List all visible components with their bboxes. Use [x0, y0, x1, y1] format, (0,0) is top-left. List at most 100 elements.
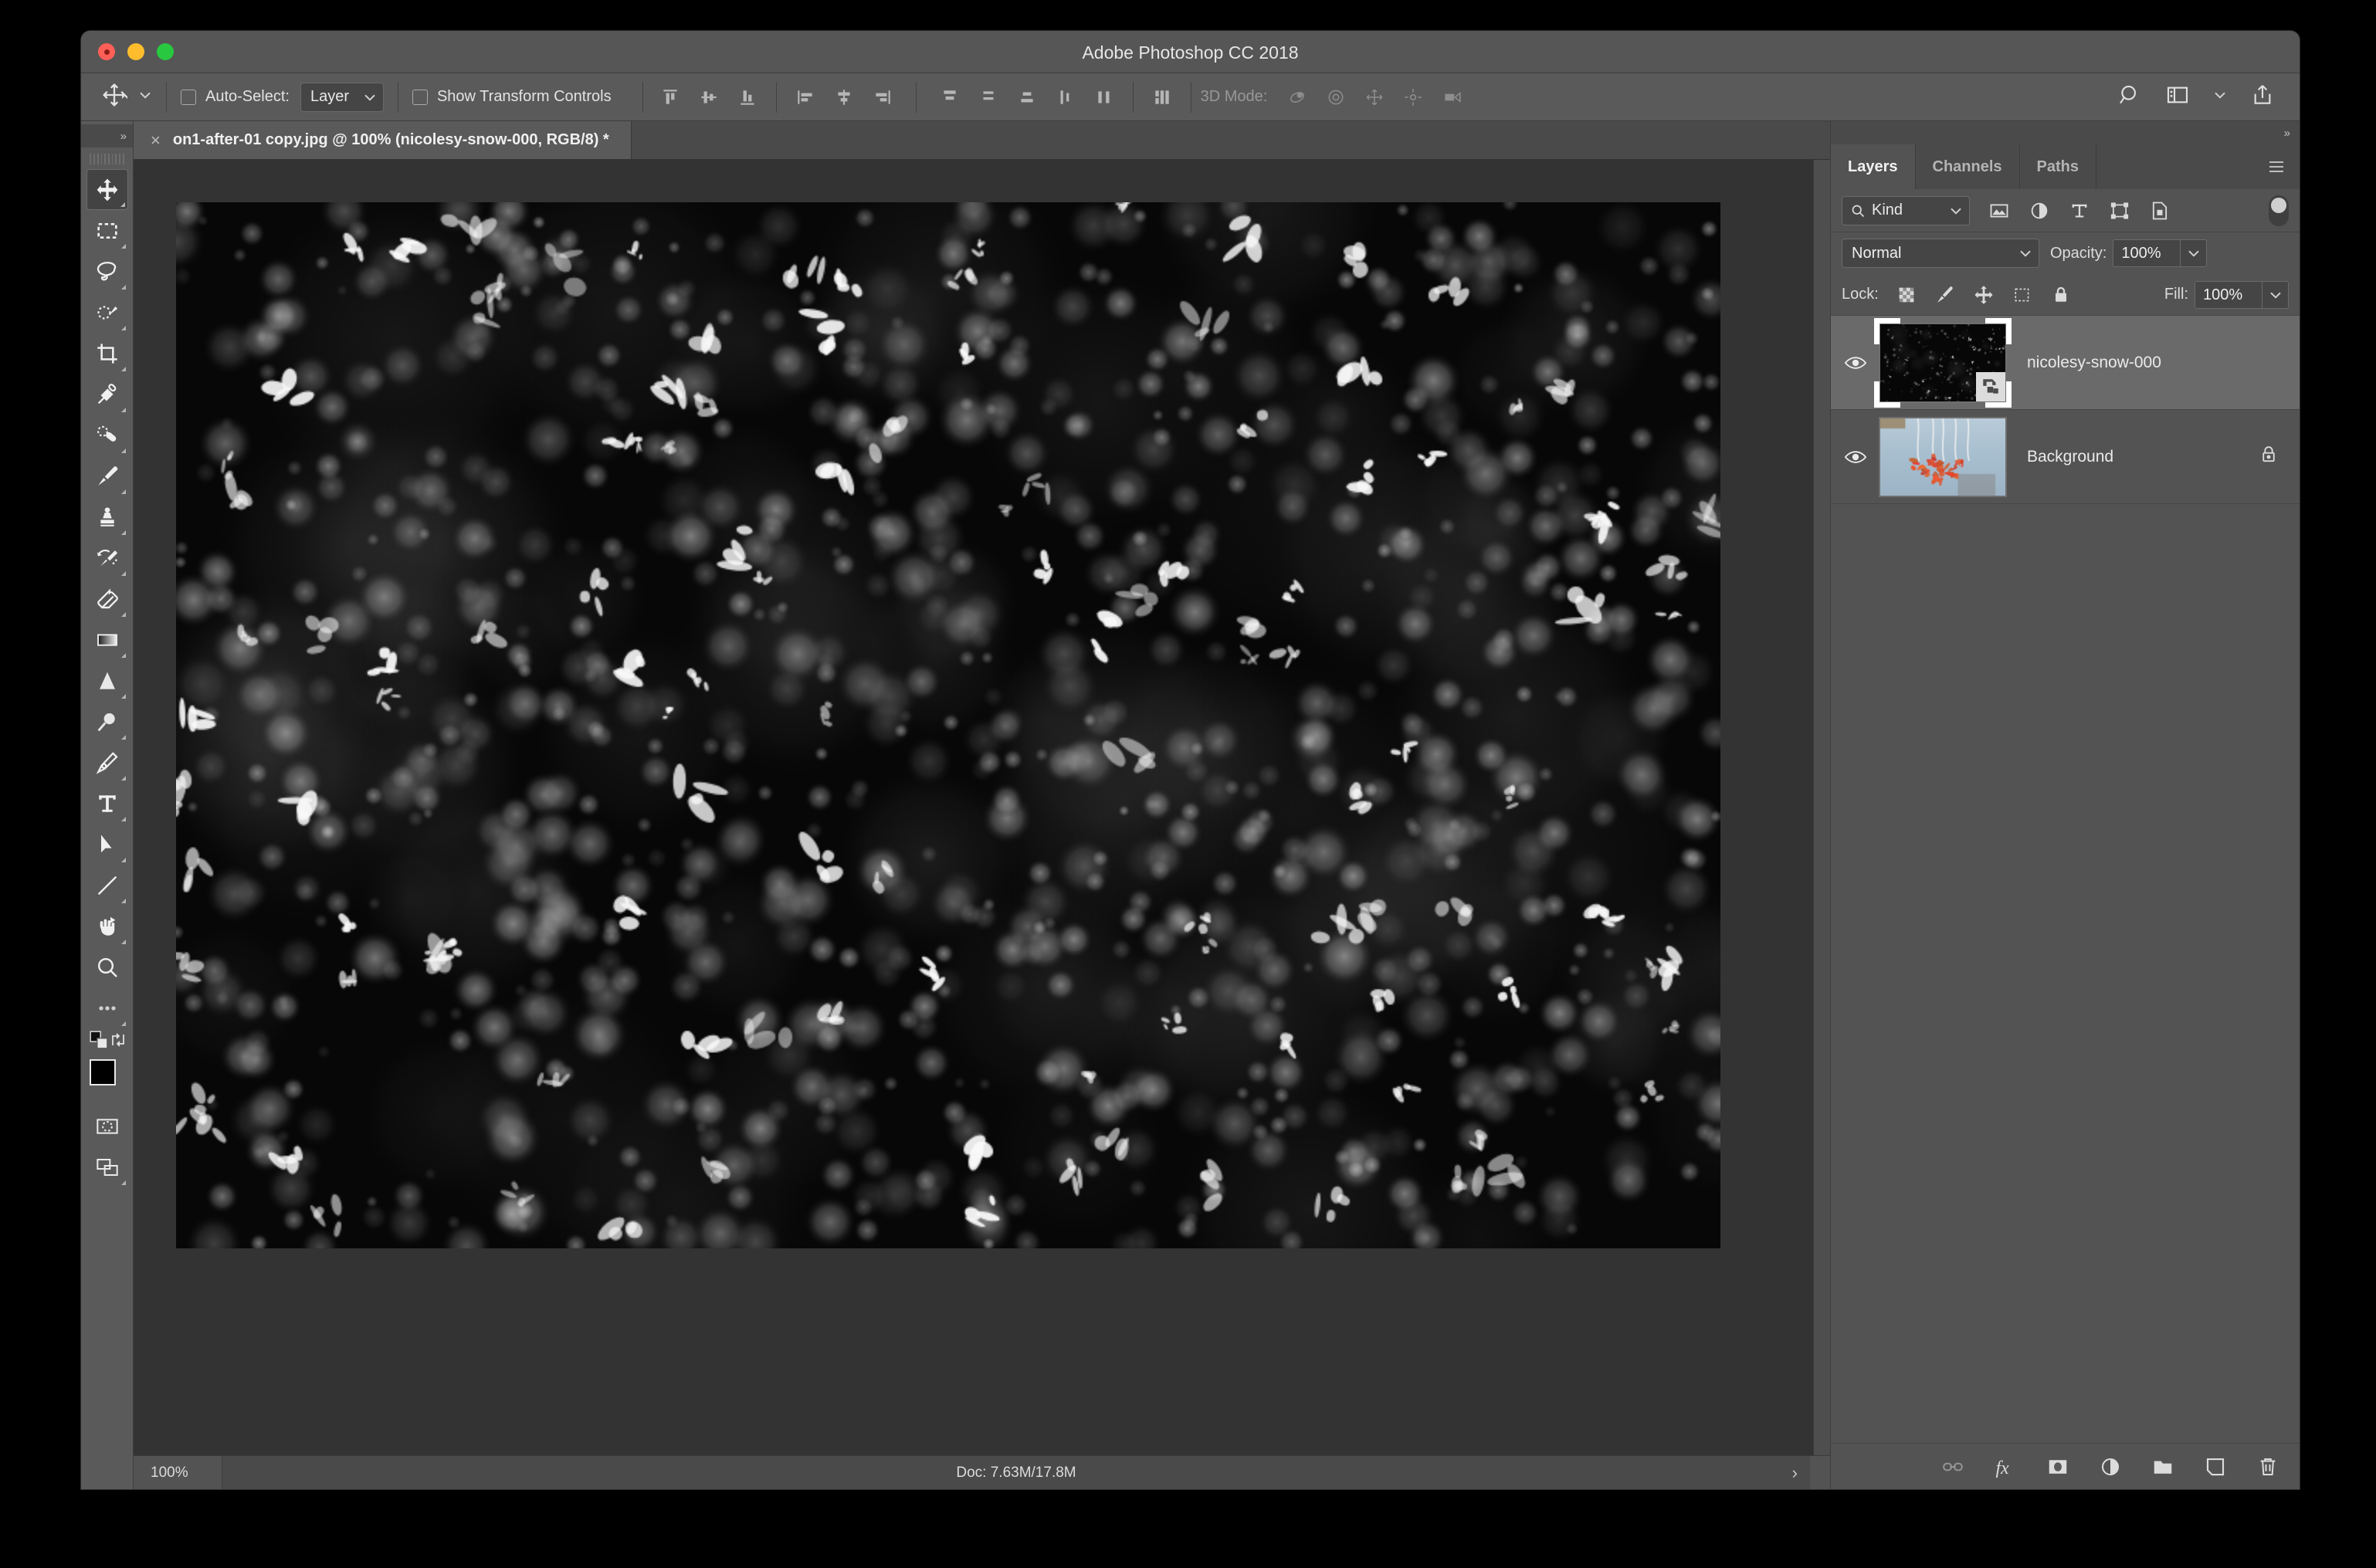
new-group-icon[interactable] [2151, 1455, 2174, 1478]
align-right-edges-icon[interactable] [873, 87, 893, 107]
workspace-icon[interactable] [2165, 83, 2190, 111]
zoom-level[interactable]: 100% [134, 1456, 222, 1489]
toolbar-grip[interactable] [90, 154, 124, 164]
status-expand-icon[interactable]: › [1792, 1463, 1798, 1483]
delete-layer-icon[interactable] [2256, 1455, 2279, 1478]
distribute-vertical-centers-icon[interactable] [978, 87, 998, 107]
auto-select-checkbox[interactable] [181, 90, 196, 105]
add-layer-style-icon[interactable]: fx [1994, 1455, 2017, 1478]
dodge-tool[interactable] [86, 701, 128, 742]
horizontal-type-tool[interactable] [86, 783, 128, 824]
toolbar-collapse-button[interactable]: » [81, 124, 133, 147]
pen-tool[interactable] [86, 742, 128, 783]
eraser-tool[interactable] [86, 578, 128, 619]
document-tab[interactable]: × on1-after-01 copy.jpg @ 100% (nicolesy… [134, 121, 632, 159]
new-layer-icon[interactable] [2204, 1455, 2227, 1478]
new-adjustment-layer-icon[interactable] [2099, 1455, 2122, 1478]
opacity-field[interactable]: 100% [2113, 239, 2207, 267]
edit-toolbar-tool[interactable] [86, 987, 128, 1028]
move-tool[interactable] [86, 169, 128, 210]
line-tool[interactable] [86, 865, 128, 906]
tool-preset-chevron-down-icon[interactable] [138, 88, 152, 106]
document-info[interactable]: Doc: 7.63M/17.8M › [222, 1456, 1810, 1489]
scale-3d-object-icon[interactable] [1442, 87, 1462, 107]
align-top-edges-icon[interactable] [660, 87, 680, 107]
quick-mask-mode-icon[interactable] [86, 1106, 128, 1146]
filter-pixel-layers-icon[interactable] [1988, 200, 2010, 222]
workspace-chevron-down-icon[interactable] [2213, 88, 2227, 106]
filter-kind-dropdown[interactable]: Kind [1842, 196, 1970, 225]
canvas-vertical-scrollbar[interactable] [1813, 160, 1830, 1455]
pan-3d-object-icon[interactable] [1364, 87, 1385, 107]
lock-transparent-pixels-icon[interactable] [1896, 284, 1917, 306]
distribute-horizontal-centers-icon[interactable] [1094, 87, 1114, 107]
gradient-tool[interactable] [86, 619, 128, 660]
rotate-3d-object-icon[interactable] [1287, 87, 1307, 107]
panel-collapse-button[interactable]: » [1831, 121, 2300, 144]
clone-stamp-tool[interactable] [86, 496, 128, 537]
tab-layers[interactable]: Layers [1831, 144, 1916, 189]
blend-mode-dropdown[interactable]: Normal [1842, 239, 2039, 268]
search-icon[interactable] [2117, 83, 2142, 111]
lasso-tool[interactable] [86, 251, 128, 292]
move-tool-icon[interactable] [101, 82, 127, 112]
document-image[interactable] [176, 202, 1720, 1248]
tab-channels[interactable]: Channels [1916, 144, 2020, 189]
layer-thumbnail[interactable] [1879, 417, 2007, 497]
layer-name[interactable]: nicolesy-snow-000 [2027, 354, 2300, 372]
lock-image-pixels-icon[interactable] [1934, 284, 1956, 306]
layer-row-background[interactable]: Background [1831, 410, 2300, 504]
lock-artboard-nesting-icon[interactable] [2012, 284, 2033, 306]
share-icon[interactable] [2250, 83, 2275, 111]
lock-all-icon[interactable] [2050, 284, 2072, 306]
align-left-edges-icon[interactable] [795, 87, 815, 107]
default-colors-icon[interactable] [89, 1030, 109, 1054]
history-brush-tool[interactable] [86, 537, 128, 578]
fill-chevron-down-icon[interactable] [2262, 282, 2288, 308]
roll-3d-object-icon[interactable] [1326, 87, 1346, 107]
align-vertical-centers-icon[interactable] [699, 87, 719, 107]
layer-name[interactable]: Background [2027, 448, 2258, 466]
foreground-color-swatch[interactable] [90, 1059, 116, 1085]
link-layers-icon[interactable] [1941, 1455, 1964, 1478]
distribute-bottom-edges-icon[interactable] [1017, 87, 1037, 107]
blur-tool[interactable] [86, 660, 128, 701]
chevron-down-icon [2018, 246, 2032, 260]
rectangular-marquee-tool[interactable] [86, 210, 128, 251]
filter-shape-layers-icon[interactable] [2109, 200, 2130, 222]
align-bottom-edges-icon[interactable] [737, 87, 758, 107]
layer-thumbnail[interactable] [1879, 323, 2007, 403]
tab-paths[interactable]: Paths [2020, 144, 2096, 189]
eyedropper-tool[interactable] [86, 374, 128, 415]
fill-field[interactable]: 100% [2195, 281, 2289, 309]
distribute-top-edges-icon[interactable] [940, 87, 960, 107]
layer-visibility-toggle[interactable] [1837, 354, 1874, 371]
canvas-viewport[interactable] [134, 160, 1830, 1455]
filter-adjustment-layers-icon[interactable] [2029, 200, 2050, 222]
add-layer-mask-icon[interactable] [2046, 1455, 2069, 1478]
brush-tool[interactable] [86, 455, 128, 496]
filter-smart-object-layers-icon[interactable] [2149, 200, 2171, 222]
hand-tool[interactable] [86, 906, 128, 947]
distribute-left-edges-icon[interactable] [1056, 87, 1076, 107]
align-options-icon[interactable] [1152, 87, 1172, 107]
align-horizontal-centers-icon[interactable] [834, 87, 854, 107]
filter-type-layers-icon[interactable] [2069, 200, 2090, 222]
filter-enable-toggle[interactable] [2269, 195, 2289, 226]
close-icon[interactable]: × [151, 130, 161, 151]
auto-select-scope-dropdown[interactable]: Layer [300, 83, 384, 112]
crop-tool[interactable] [86, 333, 128, 374]
path-selection-tool[interactable] [86, 824, 128, 865]
lock-position-icon[interactable] [1973, 284, 1995, 306]
spot-healing-brush-tool[interactable] [86, 415, 128, 455]
quick-selection-tool[interactable] [86, 292, 128, 333]
screen-mode-icon[interactable] [86, 1146, 128, 1187]
slide-3d-object-icon[interactable] [1403, 87, 1423, 107]
show-transform-controls-checkbox[interactable] [412, 90, 428, 105]
panel-menu-icon[interactable] [2266, 157, 2287, 180]
layer-row-nicolesy-snow-000[interactable]: nicolesy-snow-000 [1831, 316, 2300, 410]
swap-colors-icon[interactable] [109, 1031, 127, 1053]
layer-visibility-toggle[interactable] [1837, 449, 1874, 466]
opacity-chevron-down-icon[interactable] [2180, 240, 2206, 266]
zoom-tool[interactable] [86, 947, 128, 987]
